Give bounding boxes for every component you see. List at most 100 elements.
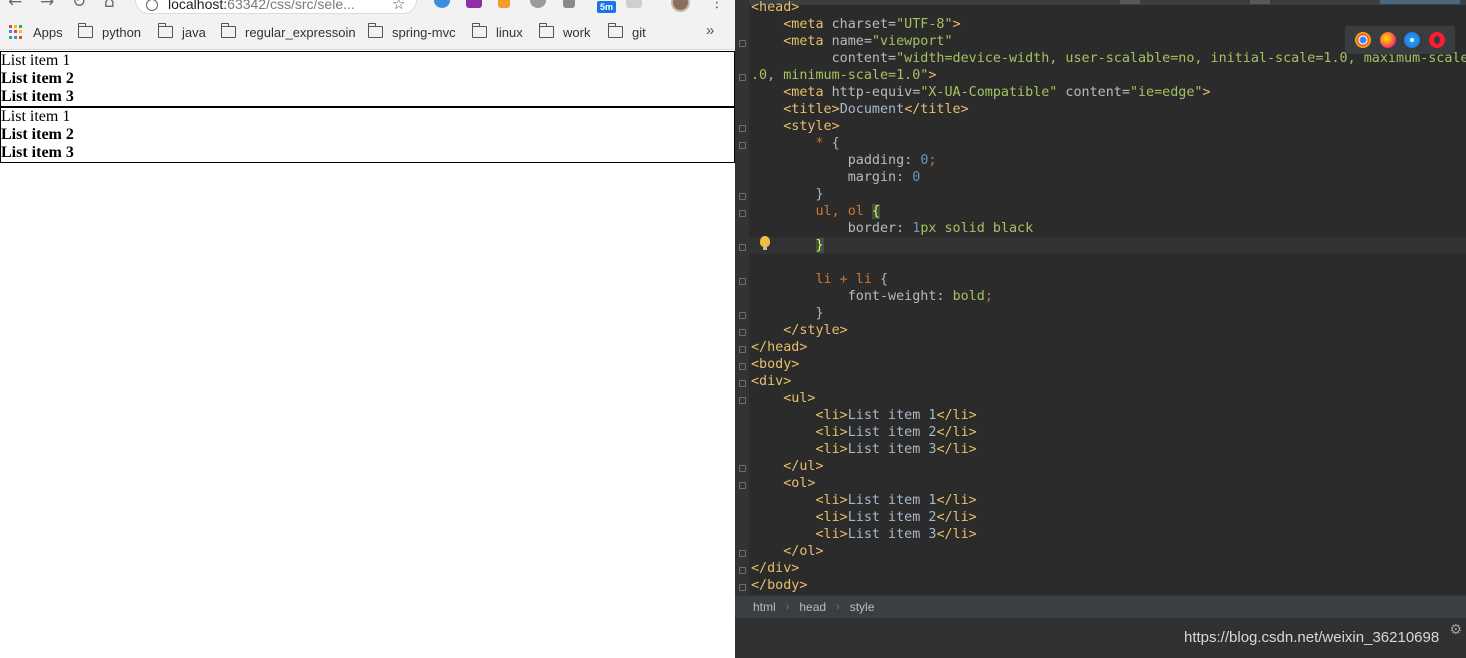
reload-icon[interactable]: ↻ <box>72 0 86 11</box>
url-path: 63342/css/src/sele... <box>227 0 355 12</box>
code-line: <head> <box>751 0 800 15</box>
extension-icon-5[interactable] <box>563 0 575 8</box>
site-info-icon[interactable] <box>146 0 158 11</box>
safari-icon[interactable] <box>1404 32 1421 48</box>
chevron-right-icon: › <box>785 601 790 613</box>
apps-grid-icon <box>9 25 23 39</box>
fold-marker[interactable] <box>739 550 746 557</box>
editor-tab-strip <box>735 0 1466 5</box>
fold-marker[interactable] <box>739 584 746 591</box>
back-icon[interactable]: ← <box>8 0 22 11</box>
code-line: </body> <box>751 578 808 593</box>
fold-marker[interactable] <box>739 125 746 132</box>
breadcrumb: html › head › style <box>735 595 1466 618</box>
fold-marker[interactable] <box>739 244 746 251</box>
fold-marker[interactable] <box>739 567 746 574</box>
gear-icon[interactable]: ⚙ <box>1449 622 1462 638</box>
list-item: List item 3 <box>1 88 74 105</box>
code-line: <li>List item 1</li> <box>815 408 977 423</box>
bookmarks-overflow-icon[interactable]: » <box>706 22 714 39</box>
breadcrumb-style[interactable]: style <box>850 600 875 614</box>
fold-marker[interactable] <box>739 40 746 47</box>
extension-icon-4[interactable] <box>530 0 546 8</box>
fold-marker[interactable] <box>739 363 746 370</box>
bookmark-star-icon[interactable]: ☆ <box>392 0 405 13</box>
code-line: <ul> <box>783 391 816 406</box>
bookmark-folder-regex[interactable]: regular_expressoin <box>220 23 356 40</box>
code-line: * { <box>815 136 840 151</box>
code-line: <div> <box>751 374 792 389</box>
folder-icon <box>538 23 554 38</box>
fold-marker[interactable] <box>739 210 746 217</box>
extension-badge[interactable]: 5m <box>597 1 616 13</box>
tab-marker <box>1120 0 1140 4</box>
home-icon[interactable]: ⌂ <box>104 0 115 11</box>
breadcrumb-head[interactable]: head <box>799 600 826 614</box>
bookmark-folder-linux[interactable]: linux <box>471 23 523 40</box>
bookmark-label: java <box>182 24 206 40</box>
code-line: ul, ol { <box>815 204 880 219</box>
bookmark-folder-spring-mvc[interactable]: spring-mvc <box>367 23 456 40</box>
extension-icon-2[interactable] <box>466 0 482 8</box>
preview-browser-icons <box>1345 26 1455 54</box>
folder-icon <box>607 23 623 38</box>
bookmark-folder-work[interactable]: work <box>538 23 590 40</box>
fold-marker[interactable] <box>739 142 746 149</box>
bookmarks-bar: Apps python java regular_expressoin spri… <box>0 14 735 50</box>
code-line: <style> <box>783 119 840 134</box>
editor-gutter[interactable] <box>735 0 749 595</box>
opera-icon[interactable] <box>1428 32 1445 48</box>
code-line: <li>List item 1</li> <box>815 493 977 508</box>
ide-editor: <head> <meta charset="UTF-8"> <meta name… <box>735 0 1466 658</box>
fold-marker[interactable] <box>739 482 746 489</box>
avatar[interactable] <box>671 0 690 12</box>
code-editor[interactable]: <head> <meta charset="UTF-8"> <meta name… <box>751 0 1466 593</box>
fold-marker[interactable] <box>739 346 746 353</box>
firefox-icon[interactable] <box>1379 32 1396 48</box>
list-item: List item 1 <box>1 108 71 125</box>
url-text: localhost:63342/css/src/sele... <box>168 0 355 12</box>
forward-icon[interactable]: → <box>40 0 54 11</box>
fold-marker[interactable] <box>739 74 746 81</box>
fold-marker[interactable] <box>739 397 746 404</box>
menu-icon[interactable]: ⋮ <box>710 0 724 10</box>
folder-icon <box>157 23 173 38</box>
code-line: } <box>815 238 824 253</box>
list-item: List item 2 <box>1 70 74 87</box>
fold-marker[interactable] <box>739 380 746 387</box>
bookmark-label: linux <box>496 24 523 40</box>
fold-marker[interactable] <box>739 193 746 200</box>
bookmark-apps[interactable]: Apps <box>9 24 63 40</box>
code-line: <li>List item 2</li> <box>815 425 977 440</box>
code-line: <body> <box>751 357 800 372</box>
breadcrumb-html[interactable]: html <box>753 600 776 614</box>
fold-marker[interactable] <box>739 278 746 285</box>
bookmark-label: spring-mvc <box>392 24 456 40</box>
page-content: List item 1 List item 2 List item 3 List… <box>0 51 735 163</box>
folder-icon <box>220 23 236 38</box>
address-bar[interactable]: localhost:63342/css/src/sele... <box>135 0 417 14</box>
code-line: padding: 0; <box>847 153 937 168</box>
code-line: border: 1px solid black <box>847 221 1034 236</box>
unordered-list: List item 1 List item 2 List item 3 <box>0 51 735 107</box>
bookmark-label: git <box>632 24 646 40</box>
extension-icon-3[interactable] <box>498 0 510 8</box>
fold-marker[interactable] <box>739 329 746 336</box>
bookmark-label: python <box>102 24 142 40</box>
fold-marker[interactable] <box>739 312 746 319</box>
chrome-icon[interactable] <box>1355 32 1372 48</box>
tab-marker <box>1250 0 1270 4</box>
bookmark-folder-python[interactable]: python <box>77 23 142 40</box>
browser-window: ← → ↻ ⌂ localhost:63342/css/src/sele... … <box>0 0 735 658</box>
extension-icon-6[interactable] <box>626 0 642 8</box>
extension-icon-1[interactable] <box>434 0 450 8</box>
bookmark-folder-java[interactable]: java <box>157 23 206 40</box>
code-line: <ol> <box>783 476 816 491</box>
bookmark-folder-git[interactable]: git <box>607 23 646 40</box>
code-line: } <box>815 187 824 202</box>
fold-marker[interactable] <box>739 465 746 472</box>
code-line: <title>Document</title> <box>783 102 969 117</box>
code-line: <li>List item 3</li> <box>815 527 977 542</box>
code-line: </ul> <box>783 459 824 474</box>
code-line: <li>List item 3</li> <box>815 442 977 457</box>
